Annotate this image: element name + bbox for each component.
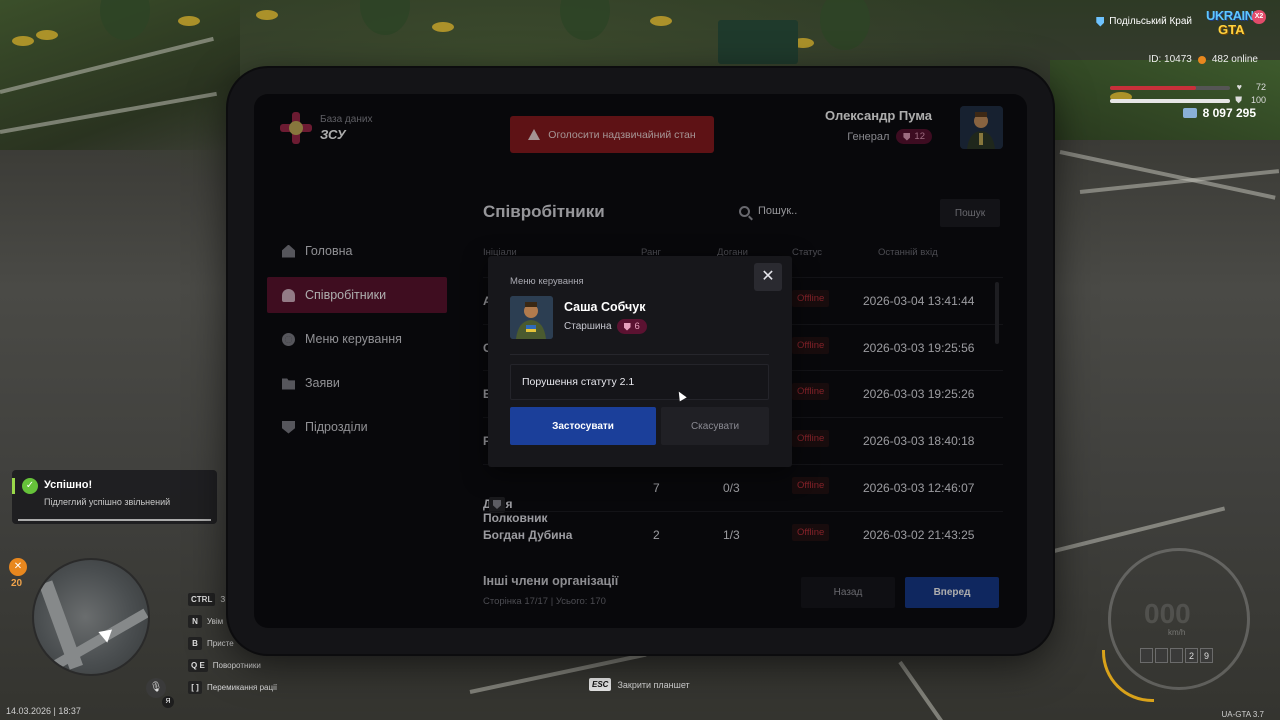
speedometer: 000 km/h 2 9: [1100, 540, 1258, 710]
member-level: 6: [634, 321, 640, 332]
toast-accent: [12, 478, 15, 494]
flowerbed: [650, 16, 672, 26]
heart-icon: ♥: [1236, 82, 1242, 92]
player-id-bar: ID: 10473 482 online: [1148, 54, 1258, 65]
check-icon: ✓: [22, 478, 38, 494]
fuel-gauge: [1102, 650, 1154, 702]
online-count: 482 online: [1211, 54, 1258, 65]
key-b: B: [188, 636, 202, 650]
shield-icon: [1096, 16, 1105, 27]
key-q-e: Q E: [188, 658, 208, 672]
member-avatar: [510, 296, 553, 339]
member-level-badge: 6: [616, 319, 647, 334]
key-hint-label: Перемикання рації: [207, 682, 278, 692]
hunger-icon: ✕: [9, 558, 27, 576]
logo-badge: X2: [1252, 10, 1266, 24]
dumpster: [718, 20, 798, 64]
tree: [820, 0, 870, 50]
health-value: 72: [1255, 82, 1266, 92]
key-ctrl: CTRL: [188, 592, 216, 606]
key-hint-label: Увім: [207, 616, 224, 626]
esc-hint-label: Закрити планшет: [617, 679, 690, 690]
region-name: Подільський Край: [1109, 16, 1192, 27]
key-esc: ESC: [589, 678, 612, 691]
armor-value: 100: [1250, 95, 1266, 105]
cancel-button[interactable]: Скасувати: [661, 407, 769, 445]
parking-line: [898, 660, 954, 720]
close-icon: ✕: [761, 268, 775, 285]
odometer-digit: [1155, 648, 1168, 663]
server-logo: UKRAINE GTA X2: [1204, 8, 1266, 44]
control-menu-modal: Меню керування ✕ Саша Собчук Старшина 6 …: [488, 256, 792, 467]
armor-bar: [1110, 99, 1230, 103]
player-id: ID: 10473: [1148, 54, 1192, 65]
reason-input-value: Порушення статуту 2.1: [522, 376, 635, 388]
region-indicator: Подільський Край: [1096, 16, 1192, 27]
member-rank: Старшина: [564, 321, 612, 332]
money-value: 8 097 295: [1202, 106, 1256, 120]
shield-icon: [623, 322, 631, 331]
speed-value: 000: [1144, 598, 1191, 629]
odometer-digit: 9: [1200, 648, 1213, 663]
key-hint-label: З: [220, 594, 226, 604]
success-toast: ✓ Успішно! Підлеглий успішно звільнений: [12, 470, 217, 524]
money-icon: [1182, 108, 1197, 118]
logo-text-bottom: GTA: [1218, 22, 1245, 37]
modal-title: Меню керування: [510, 276, 584, 287]
toast-title: Успішно!: [44, 479, 93, 491]
apply-button[interactable]: Застосувати: [510, 407, 656, 445]
flowerbed: [256, 10, 278, 20]
money-display: 8 097 295: [1182, 106, 1256, 120]
hunger-value: 20: [11, 578, 23, 589]
key-brackets: [ ]: [188, 680, 202, 694]
esc-hint: ESC Закрити планшет: [589, 678, 690, 691]
odometer-digit: 2: [1185, 648, 1198, 663]
game-version: UA-GTA 3.7: [1221, 710, 1264, 719]
mic-key-badge: Я: [162, 696, 174, 708]
member-name: Саша Собчук: [564, 300, 646, 314]
flowerbed: [12, 36, 34, 46]
key-hint-label: Поворотники: [212, 660, 261, 670]
tree: [360, 0, 410, 35]
toast-message: Підлеглий успішно звільнений: [44, 497, 171, 507]
health-bar: [1110, 86, 1230, 90]
datetime: 14.03.2026 | 18:37: [6, 706, 81, 716]
key-n: N: [188, 614, 202, 628]
minimap: [32, 558, 150, 676]
health-bar-fill: [1110, 86, 1197, 90]
armor-icon: ⛊: [1235, 95, 1242, 105]
speed-unit: km/h: [1168, 628, 1186, 637]
armor-bar-fill: [1110, 99, 1230, 103]
microphone-icon[interactable]: 🎙: [146, 678, 166, 698]
member-rank-row: Старшина 6: [564, 319, 647, 334]
odometer-digit: [1170, 648, 1183, 663]
flowerbed: [36, 30, 58, 40]
key-hint-label: Присте: [207, 638, 234, 648]
close-button[interactable]: ✕: [754, 263, 782, 291]
toast-progress-bar: [18, 519, 211, 521]
flowerbed: [178, 16, 200, 26]
tree: [560, 0, 610, 40]
reason-input[interactable]: Порушення статуту 2.1: [510, 364, 769, 400]
online-icon: [1197, 55, 1206, 64]
modal-divider: [510, 354, 769, 355]
flowerbed: [432, 22, 454, 32]
